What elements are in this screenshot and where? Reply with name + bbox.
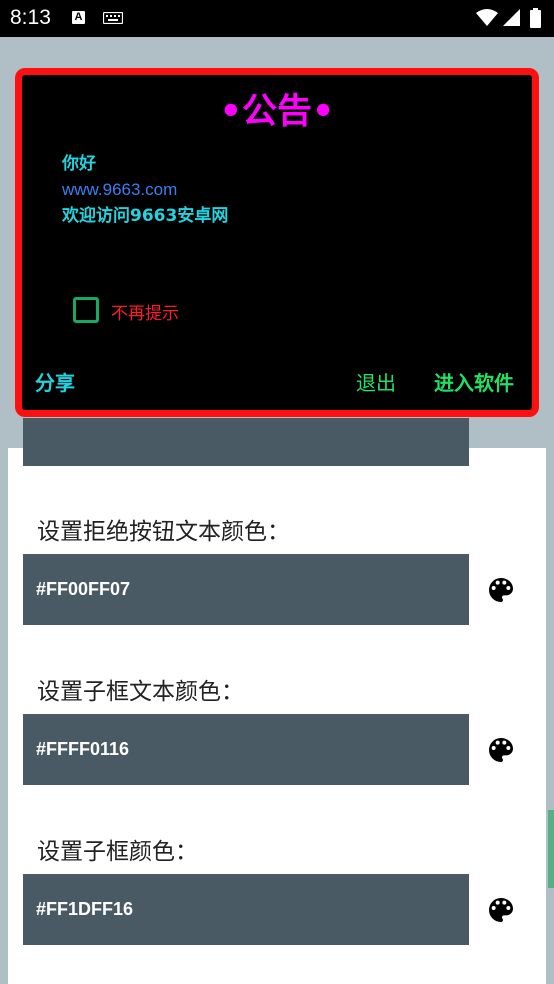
- dialog-title: •公告•: [219, 92, 335, 132]
- setting-label-reject-button-text-color: 设置拒绝按钮文本颜色：: [37, 519, 290, 545]
- dont-show-again-checkbox[interactable]: [73, 297, 99, 323]
- color-value-text: #FFFF0116: [36, 739, 130, 759]
- color-value-field[interactable]: #FFFF0116: [23, 714, 469, 785]
- message-link[interactable]: www.9663.com: [62, 177, 228, 203]
- status-bar: 8:13 A: [0, 0, 554, 37]
- enter-app-button[interactable]: 进入软件: [434, 367, 514, 396]
- dialog-message: 你好 www.9663.com 欢迎访问9663安卓网: [62, 151, 228, 229]
- status-time: 8:13: [10, 6, 51, 29]
- keyboard-icon: [103, 12, 123, 24]
- dont-show-again-label[interactable]: 不再提示: [111, 299, 179, 324]
- battery-icon: [530, 8, 541, 28]
- palette-icon[interactable]: [485, 574, 517, 606]
- settings-page: 设置拒绝按钮文本颜色： #FF00FF07 设置子框文本颜色： #FFFF011…: [8, 418, 546, 984]
- scrollbar[interactable]: [548, 810, 554, 888]
- color-value-text: #FF00FF07: [36, 579, 131, 599]
- color-value-field[interactable]: #FF00FF07: [23, 554, 469, 625]
- wifi-icon: [476, 9, 498, 26]
- share-button[interactable]: 分享: [35, 367, 75, 396]
- palette-icon[interactable]: [485, 734, 517, 766]
- color-value-field[interactable]: #FF1DFF16: [23, 874, 469, 945]
- announcement-dialog: •公告• 你好 www.9663.com 欢迎访问9663安卓网 不再提示 分享…: [15, 68, 539, 417]
- message-line: 你好: [62, 154, 96, 174]
- color-value-text: #FF1DFF16: [36, 899, 134, 919]
- signal-icon: [503, 9, 520, 26]
- setting-label-child-text-color: 设置子框文本颜色：: [37, 679, 244, 705]
- setting-label-child-color: 设置子框颜色：: [37, 839, 198, 865]
- a-notification-icon: A: [72, 11, 85, 24]
- color-value-field[interactable]: [23, 418, 469, 466]
- palette-icon[interactable]: [485, 894, 517, 926]
- exit-button[interactable]: 退出: [356, 367, 396, 396]
- message-line: 欢迎访问9663安卓网: [62, 206, 229, 226]
